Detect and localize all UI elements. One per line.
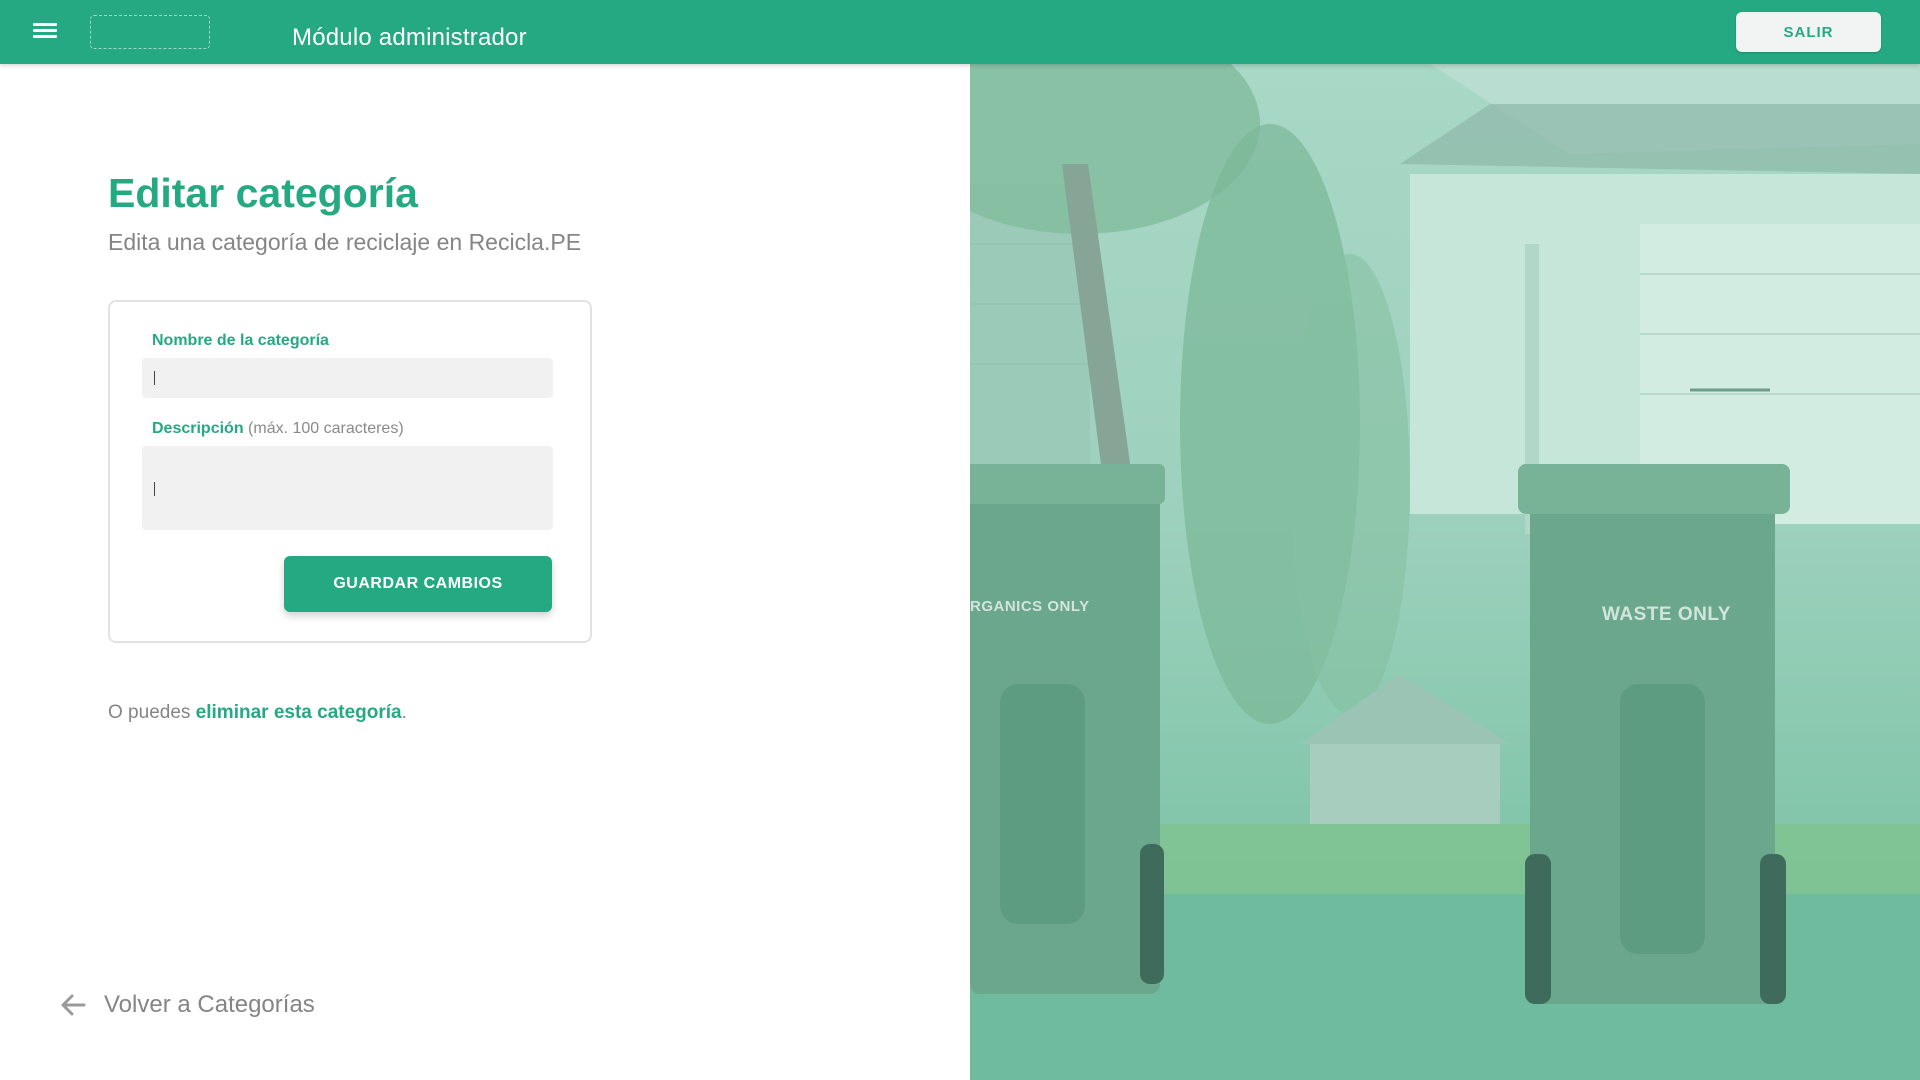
description-hint: (máx. 100 caracteres): [248, 420, 404, 437]
delete-category-link[interactable]: eliminar esta categoría: [196, 702, 402, 723]
logo-placeholder: [90, 15, 210, 49]
text-caret: [154, 482, 155, 496]
delete-prefix: O puedes: [108, 702, 196, 723]
page-title: Editar categoría: [108, 170, 418, 216]
module-title: Módulo administrador: [292, 24, 527, 51]
delete-category-text: O puedes eliminar esta categoría.: [108, 702, 407, 724]
edit-category-form: Nombre de la categoría Descripción (máx.…: [108, 300, 592, 643]
main-content: Editar categoría Edita una categoría de …: [0, 64, 970, 1080]
top-bar: Módulo administrador SALIR: [0, 0, 1920, 64]
back-label: Volver a Categorías: [104, 991, 315, 1018]
category-name-label: Nombre de la categoría: [152, 332, 329, 349]
description-label: Descripción (máx. 100 caracteres): [152, 420, 404, 438]
delete-suffix: .: [401, 702, 407, 723]
page-subtitle: Edita una categoría de reciclaje en Reci…: [108, 229, 582, 255]
bin-left-label: RGANICS ONLY: [970, 598, 1090, 615]
save-changes-button[interactable]: GUARDAR CAMBIOS: [284, 556, 552, 612]
hamburger-menu-icon[interactable]: [30, 20, 62, 44]
category-name-input[interactable]: [142, 358, 553, 398]
photo-illustration: [970, 64, 1920, 1080]
recycling-bins-photo: RGANICS ONLY WASTE ONLY: [970, 64, 1920, 1080]
text-caret: [154, 371, 155, 385]
back-to-categories-link[interactable]: Volver a Categorías: [58, 990, 315, 1020]
description-label-text: Descripción: [152, 420, 244, 437]
logout-button[interactable]: SALIR: [1736, 12, 1881, 52]
description-textarea[interactable]: [142, 446, 553, 530]
arrow-left-icon: [61, 994, 86, 1016]
bin-right-label: WASTE ONLY: [1602, 604, 1731, 625]
